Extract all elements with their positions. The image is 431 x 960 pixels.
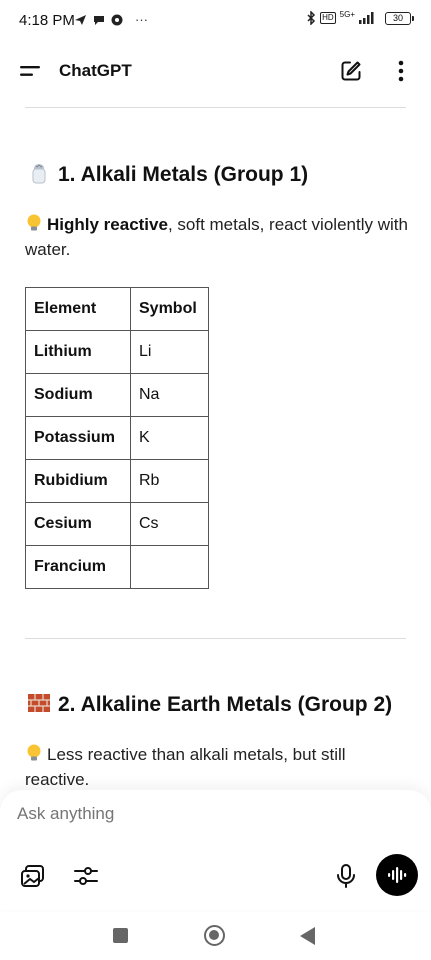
section-heading: 1. Alkali Metals (Group 1) [27,161,308,187]
app-header: ChatGPT [0,50,431,94]
table-cell-element: Lithium [25,330,131,374]
section-heading: 2. Alkaline Earth Metals (Group 2) [27,691,392,717]
home-icon[interactable] [204,925,225,946]
section1-description: Highly reactive, soft metals, react viol… [25,212,410,262]
table-cell-symbol: Rb [130,459,209,503]
network-type: 5G+ [339,10,355,19]
brick-icon [28,694,50,712]
status-time: 4:18 PM [19,12,75,29]
table-cell-element: Sodium [25,373,131,417]
table-row: Francium [25,545,209,589]
table-cell-element: Potassium [25,416,131,460]
table-row: Lithium Li [25,330,209,374]
back-icon[interactable] [300,927,315,945]
table-row: Rubidium Rb [25,459,209,503]
table-header-element: Element [25,287,131,331]
table-row: Cesium Cs [25,502,209,546]
voice-mode-button[interactable] [376,854,418,896]
table-cell-symbol: Na [130,373,209,417]
status-system-icons: HD 5G+ 30 [306,10,414,25]
section2-title: 2. Alkaline Earth Metals (Group 2) [58,693,393,716]
more-options-icon[interactable] [391,59,411,83]
elements-table: Element Symbol Lithium Li Sodium Na Pota… [25,287,209,589]
section1-title: 1. Alkali Metals (Group 1) [58,163,309,186]
section2-desc-text: Less reactive than alkali metals, but st… [25,745,346,789]
composer [0,790,431,910]
table-row: Sodium Na [25,373,209,417]
ask-input[interactable] [17,804,317,824]
divider [25,638,406,639]
table-cell-symbol: Cs [130,502,209,546]
hd-badge: HD [320,12,336,24]
microphone-icon[interactable] [333,863,359,889]
table-cell-element: Francium [25,545,131,589]
recent-apps-icon[interactable] [113,928,128,943]
table-cell-symbol: K [130,416,209,460]
table-cell-symbol [130,545,209,589]
settings-sliders-icon[interactable] [73,863,99,889]
status-notification-icons: ··· [74,12,148,27]
table-header-symbol: Symbol [130,287,209,331]
battery-icon: 30 [385,11,414,25]
gallery-icon[interactable] [20,863,46,889]
lightbulb-icon [27,744,41,761]
section1-desc-bold: Highly reactive [47,215,168,234]
signal-icon [359,12,374,24]
table-cell-symbol: Li [130,330,209,374]
salt-shaker-icon [32,164,46,184]
table-row: Potassium K [25,416,209,460]
section2-description: Less reactive than alkali metals, but st… [25,742,410,792]
menu-icon[interactable] [20,64,40,78]
table-header-row: Element Symbol [25,287,209,331]
send-icon [75,14,86,25]
system-nav-bar [0,912,431,960]
app-title[interactable]: ChatGPT [59,61,132,81]
divider [25,107,406,108]
lightbulb-icon [27,214,41,231]
bluetooth-icon [307,11,316,25]
table-cell-element: Rubidium [25,459,131,503]
chat-bubble-icon [94,15,104,25]
shield-app-icon [111,14,123,25]
status-dots: ··· [135,12,148,27]
new-chat-icon[interactable] [339,59,363,83]
table-cell-element: Cesium [25,502,131,546]
status-bar: 4:18 PM ··· HD 5G+ 30 [0,0,431,40]
waveform-icon [388,867,407,883]
